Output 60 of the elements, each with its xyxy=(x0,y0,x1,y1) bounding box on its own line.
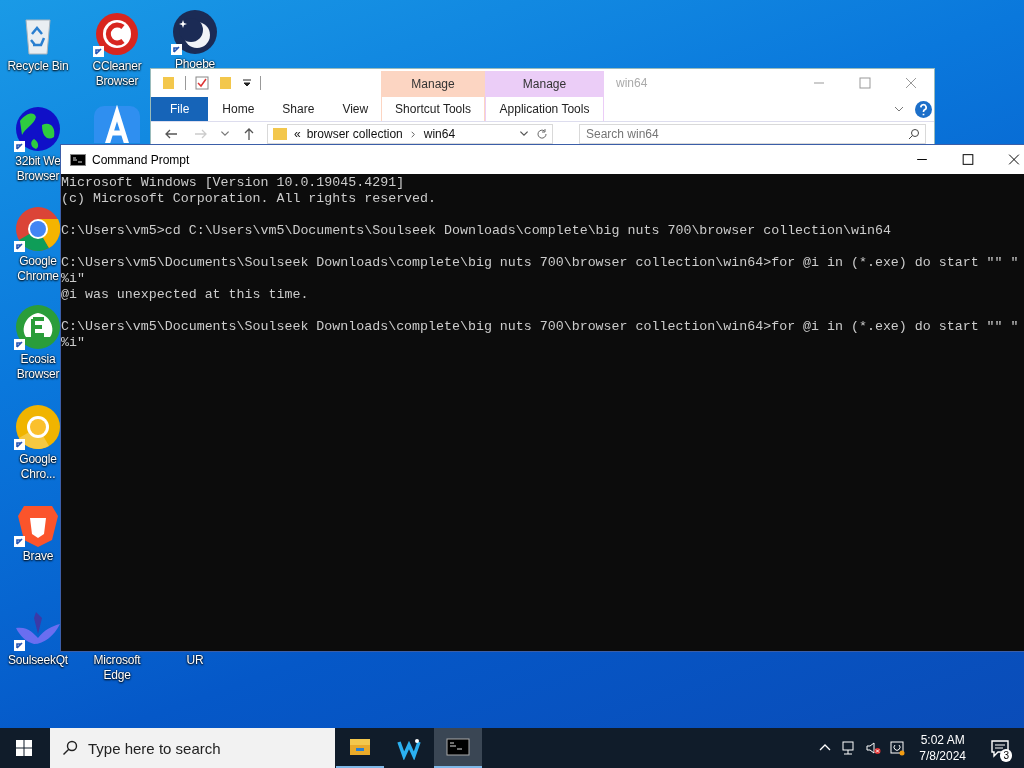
ribbon-tab[interactable]: Application Tools xyxy=(485,97,604,121)
date-text: 7/8/2024 xyxy=(919,748,966,764)
search-icon xyxy=(62,740,78,756)
ribbon-tab[interactable]: Shortcut Tools xyxy=(381,97,485,121)
breadcrumb[interactable]: browser collection xyxy=(306,127,403,141)
chevron-right-icon xyxy=(408,129,418,139)
console-line: %i" xyxy=(61,271,86,287)
icon-label: Recycle Bin xyxy=(7,59,69,74)
breadcrumb[interactable]: win64 xyxy=(423,127,456,141)
folder-icon xyxy=(272,126,288,142)
help-icon[interactable] xyxy=(915,100,932,118)
console-line: Microsoft Windows [Version 10.0.19045.4291] xyxy=(61,175,406,191)
icon-label: Microsoft Edge xyxy=(93,653,141,683)
search-icon xyxy=(908,128,920,140)
ribbon-tab[interactable]: File xyxy=(151,97,209,121)
icon-label: Google Chrome xyxy=(17,254,59,284)
ccleaner-app-icon[interactable] xyxy=(93,10,141,58)
taskbar-app-button[interactable] xyxy=(434,728,482,768)
contextual-tab-header: Manage xyxy=(381,71,485,97)
globe-app-icon[interactable] xyxy=(14,105,62,153)
overflow-marker[interactable]: « xyxy=(294,127,301,141)
icon-label: CCleaner Browser xyxy=(92,59,142,89)
icon-label: 32bit We Browser xyxy=(15,154,61,184)
console-line: C:\Users\vm5\Documents\Soulseek Downloads\complete\big nuts 700\browser collection\win64>for @i in (*.exe) do start "" " xyxy=(61,319,1020,335)
window-title: Command Prompt xyxy=(92,152,190,167)
console-line: @i was unexpected at this time. xyxy=(61,287,310,303)
chrome-app-icon[interactable] xyxy=(14,205,62,253)
clock[interactable]: 5:02 AM 7/8/2024 xyxy=(909,728,976,768)
icon-label: Google Chro... xyxy=(19,452,57,482)
console-line: %i" xyxy=(61,335,86,351)
console-line: C:\Users\vm5\Documents\Soulseek Downloads\complete\big nuts 700\browser collection\win64>for @i in (*.exe) do start "" " xyxy=(61,255,1020,271)
window-title: win64 xyxy=(616,76,648,90)
time-text: 5:02 AM xyxy=(920,732,965,748)
moon-app-icon[interactable] xyxy=(171,8,219,56)
letter-w-icon xyxy=(397,736,421,760)
address-bar[interactable]: « browser collection win64 xyxy=(267,124,553,144)
icon-label: Brave xyxy=(22,549,54,564)
notification-count: 3 xyxy=(1000,749,1012,762)
icon-label: SoulseekQt xyxy=(7,653,68,668)
contextual-tab-header: Manage xyxy=(485,71,604,97)
search-field[interactable]: Search win64 xyxy=(579,124,926,144)
properties-icon[interactable] xyxy=(194,75,210,91)
icon-label: Ecosia Browser xyxy=(16,352,60,382)
taskbar-search-field[interactable]: Type here to search xyxy=(50,728,335,768)
appstore-app-icon[interactable] xyxy=(93,105,141,143)
console-line: (c) Microsoft Corporation. All rights reserved. xyxy=(61,191,438,207)
ribbon-tab[interactable]: Share xyxy=(268,97,329,121)
ribbon-tab[interactable]: Home xyxy=(208,97,269,121)
terminal-icon xyxy=(446,735,470,759)
chromium-app-icon[interactable] xyxy=(14,403,62,451)
muted-speaker-icon[interactable] xyxy=(865,740,882,756)
refresh-icon[interactable] xyxy=(536,128,548,140)
terminal-icon xyxy=(70,153,86,166)
notification-icon[interactable] xyxy=(990,738,1010,758)
dropdown-icon[interactable] xyxy=(242,78,252,88)
console-line: C:\Users\vm5>cd C:\Users\vm5\Documents\Soulseek Downloads\complete\big nuts 700\browser collection\win64 xyxy=(61,223,892,239)
ribbon-tab[interactable]: View xyxy=(328,97,383,121)
icon-label: Phoebe xyxy=(174,57,216,72)
ecosia-app-icon[interactable] xyxy=(14,303,62,351)
icon-label: UR xyxy=(186,653,204,668)
